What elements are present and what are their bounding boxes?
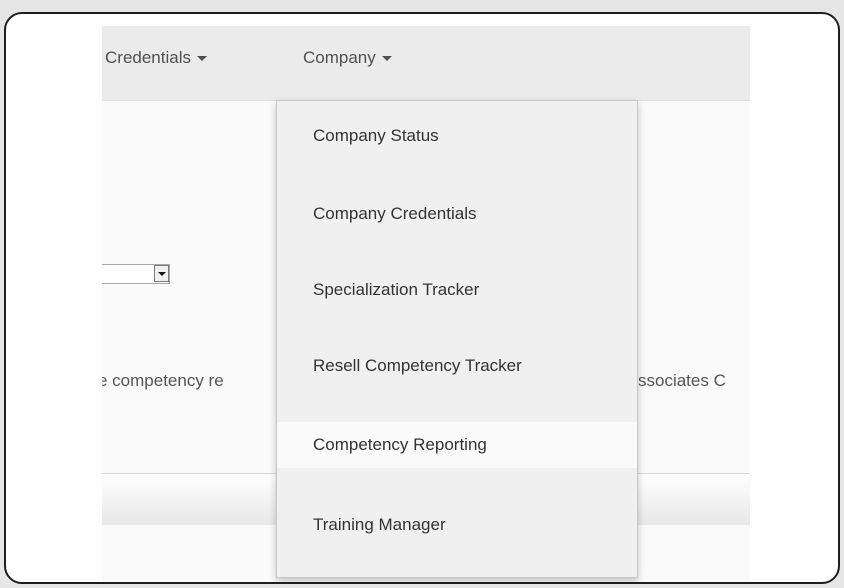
caret-down-icon xyxy=(381,56,392,62)
company-dropdown-menu: Company Status Company Credentials Speci… xyxy=(276,100,638,578)
nav-credentials-label: Credentials xyxy=(105,48,191,67)
menu-item-company-credentials[interactable]: Company Credentials xyxy=(277,191,637,237)
menu-item-competency-reporting[interactable]: Competency Reporting xyxy=(277,422,637,468)
menu-item-resell-competency-tracker[interactable]: Resell Competency Tracker xyxy=(277,343,637,389)
menu-item-specialization-tracker[interactable]: Specialization Tracker xyxy=(277,267,637,313)
nav-company-label: Company xyxy=(303,48,376,67)
body-text-left: e competency re xyxy=(102,371,224,390)
menu-item-training-manager[interactable]: Training Manager xyxy=(277,502,637,548)
top-navbar: Credentials Company xyxy=(102,26,750,101)
browser-viewport: Credentials Company e competency re ssoc… xyxy=(102,26,750,582)
caret-down-icon xyxy=(197,56,207,62)
menu-item-company-status[interactable]: Company Status xyxy=(277,113,637,159)
select-arrow-icon[interactable] xyxy=(154,265,169,282)
body-text-right: ssociates C xyxy=(638,371,726,390)
nav-company-dropdown[interactable]: Company xyxy=(303,48,392,68)
nav-credentials-dropdown[interactable]: Credentials xyxy=(105,48,207,68)
screenshot-frame: Credentials Company e competency re ssoc… xyxy=(4,12,840,584)
